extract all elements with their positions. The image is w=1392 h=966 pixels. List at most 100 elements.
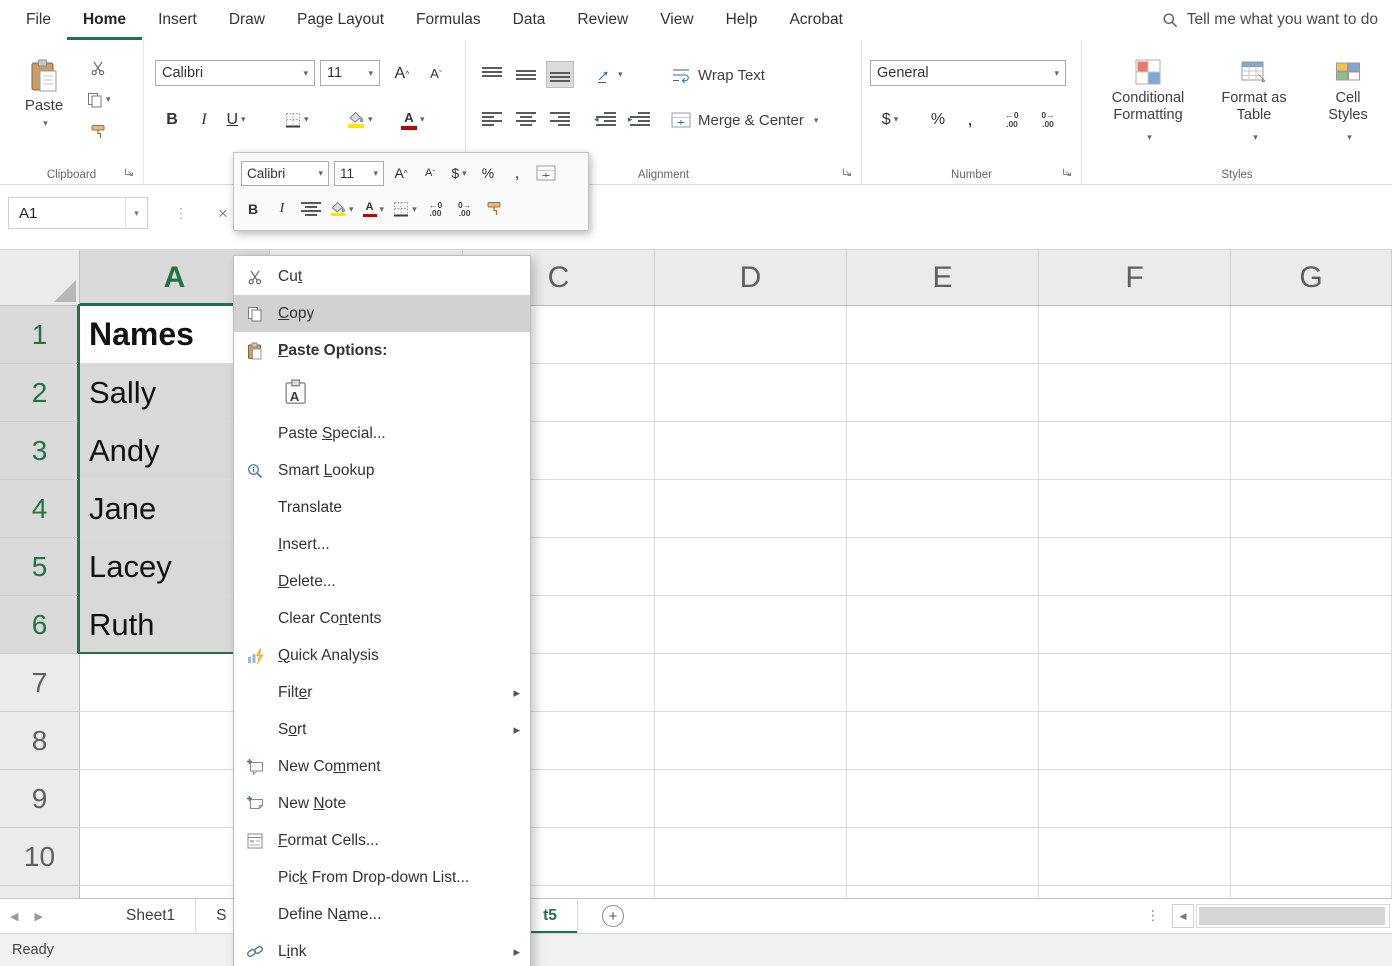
menu-item-sort[interactable]: Sort▸ (234, 711, 530, 748)
cell-E4[interactable] (847, 480, 1039, 538)
column-header-f[interactable]: F (1039, 250, 1231, 306)
mini-percent-style-button[interactable]: % (476, 161, 500, 186)
menu-item-paste-option-values[interactable]: A (234, 369, 530, 415)
row-header-3[interactable]: 3 (0, 422, 80, 480)
sheet-nav-left-button[interactable]: ◀ (10, 910, 18, 923)
menu-item-new-comment[interactable]: New Comment (234, 748, 530, 785)
orientation-button[interactable]: ▾ (592, 61, 626, 88)
menu-item-link[interactable]: Link▸ (234, 933, 530, 966)
cell-F6[interactable] (1039, 596, 1231, 654)
tabbar-splitter-dots[interactable]: ⋮ (1146, 907, 1160, 924)
cell-G7[interactable] (1231, 654, 1392, 712)
merge-center-button[interactable]: Merge & Center ▾ (664, 105, 825, 135)
row-header-6[interactable]: 6 (0, 596, 80, 654)
middle-align-button[interactable] (512, 61, 540, 88)
cell-G11[interactable] (1231, 886, 1392, 898)
cell-D10[interactable] (655, 828, 847, 886)
format-as-table-button[interactable]: Format as Table ▾ (1206, 50, 1302, 158)
sheet-tab-t5[interactable]: t5 (523, 899, 578, 933)
row-header-9[interactable]: 9 (0, 770, 80, 828)
mini-bold-button[interactable]: B (241, 197, 265, 222)
menu-item-translate[interactable]: Translate (234, 489, 530, 526)
cell-D5[interactable] (655, 538, 847, 596)
menu-item-insert[interactable]: Insert... (234, 526, 530, 563)
bold-button[interactable]: B (158, 106, 186, 133)
mini-increase-decimal-button[interactable]: ←0.00 (424, 197, 448, 222)
cell-E1[interactable] (847, 306, 1039, 364)
menu-item-new-note[interactable]: New Note (234, 785, 530, 822)
alignment-dialog-launcher[interactable] (840, 165, 854, 179)
cell-D3[interactable] (655, 422, 847, 480)
menu-item-define-name[interactable]: Define Name... (234, 896, 530, 933)
ribbon-tab-draw[interactable]: Draw (213, 0, 281, 40)
bottom-align-button[interactable] (546, 61, 574, 88)
cell-G6[interactable] (1231, 596, 1392, 654)
mini-borders-button[interactable]: ▾ (391, 197, 419, 222)
row-header-7[interactable]: 7 (0, 654, 80, 712)
cell-F11[interactable] (1039, 886, 1231, 898)
cell-E2[interactable] (847, 364, 1039, 422)
row-header-1[interactable]: 1 (0, 306, 80, 364)
cell-F7[interactable] (1039, 654, 1231, 712)
ribbon-tab-insert[interactable]: Insert (142, 0, 213, 40)
name-box-dropdown-icon[interactable]: ▾ (125, 198, 147, 228)
align-center-button[interactable] (512, 106, 540, 133)
add-sheet-button[interactable]: + (602, 905, 624, 927)
row-header-5[interactable]: 5 (0, 538, 80, 596)
hscroll-left-button[interactable]: ◀ (1172, 904, 1194, 928)
font-name-select[interactable]: Calibri ▾ (155, 60, 315, 86)
menu-item-pick-from-drop-down-list[interactable]: Pick From Drop-down List... (234, 859, 530, 896)
conditional-formatting-button[interactable]: Conditional Formatting ▾ (1096, 50, 1200, 158)
ribbon-tab-file[interactable]: File (10, 0, 67, 40)
number-format-select[interactable]: General ▾ (870, 60, 1066, 86)
mini-accounting-format-button[interactable]: $ ▾ (447, 161, 471, 186)
mini-increase-font-button[interactable]: A^ (389, 161, 413, 186)
menu-item-delete[interactable]: Delete... (234, 563, 530, 600)
column-header-d[interactable]: D (655, 250, 847, 306)
cell-G4[interactable] (1231, 480, 1392, 538)
mini-font-name-select[interactable]: Calibri ▾ (241, 161, 329, 186)
cell-styles-button[interactable]: Cell Styles ▾ (1308, 50, 1388, 158)
increase-indent-button[interactable]: ▸ (626, 106, 654, 133)
mini-align-center-button[interactable] (299, 197, 323, 222)
sheet-nav-right-button[interactable]: ▶ (34, 910, 42, 923)
ribbon-tab-view[interactable]: View (644, 0, 709, 40)
cell-E11[interactable] (847, 886, 1039, 898)
cell-E9[interactable] (847, 770, 1039, 828)
italic-button[interactable]: I (190, 106, 218, 133)
column-header-e[interactable]: E (847, 250, 1039, 306)
cell-D4[interactable] (655, 480, 847, 538)
comma-style-button[interactable]: , (956, 106, 984, 133)
cell-E7[interactable] (847, 654, 1039, 712)
cell-F4[interactable] (1039, 480, 1231, 538)
mini-decrease-font-button[interactable]: Aˇ (418, 161, 442, 186)
font-color-button[interactable]: A ▾ (398, 106, 428, 133)
row-header-2[interactable]: 2 (0, 364, 80, 422)
cell-F3[interactable] (1039, 422, 1231, 480)
decrease-font-size-button[interactable]: Aˇ (422, 60, 450, 87)
menu-item-smart-lookup[interactable]: Smart Lookup (234, 452, 530, 489)
cell-D8[interactable] (655, 712, 847, 770)
menu-item-format-cells[interactable]: Format Cells... (234, 822, 530, 859)
cell-G2[interactable] (1231, 364, 1392, 422)
underline-button[interactable]: U ▾ (222, 106, 250, 133)
align-right-button[interactable] (546, 106, 574, 133)
accounting-format-button[interactable]: $ ▾ (876, 106, 904, 133)
cell-G3[interactable] (1231, 422, 1392, 480)
cell-E5[interactable] (847, 538, 1039, 596)
ribbon-tab-data[interactable]: Data (497, 0, 562, 40)
select-all-button[interactable] (0, 250, 80, 306)
row-header-8[interactable]: 8 (0, 712, 80, 770)
increase-decimal-button[interactable]: ←0.00 (998, 106, 1026, 133)
percent-style-button[interactable]: % (924, 106, 952, 133)
format-painter-button[interactable] (84, 118, 112, 145)
increase-font-size-button[interactable]: A^ (388, 60, 416, 87)
formula-bar-splitter-dots[interactable]: ⋮ (174, 205, 188, 222)
mini-font-size-select[interactable]: 11 ▾ (334, 161, 384, 186)
decrease-decimal-button[interactable]: 0→.00 (1034, 106, 1062, 133)
row-header-10[interactable]: 10 (0, 828, 80, 886)
menu-item-quick-analysis[interactable]: Quick Analysis (234, 637, 530, 674)
tell-me-search[interactable]: Tell me what you want to do (1162, 0, 1392, 40)
number-dialog-launcher[interactable] (1060, 165, 1074, 179)
cell-E3[interactable] (847, 422, 1039, 480)
